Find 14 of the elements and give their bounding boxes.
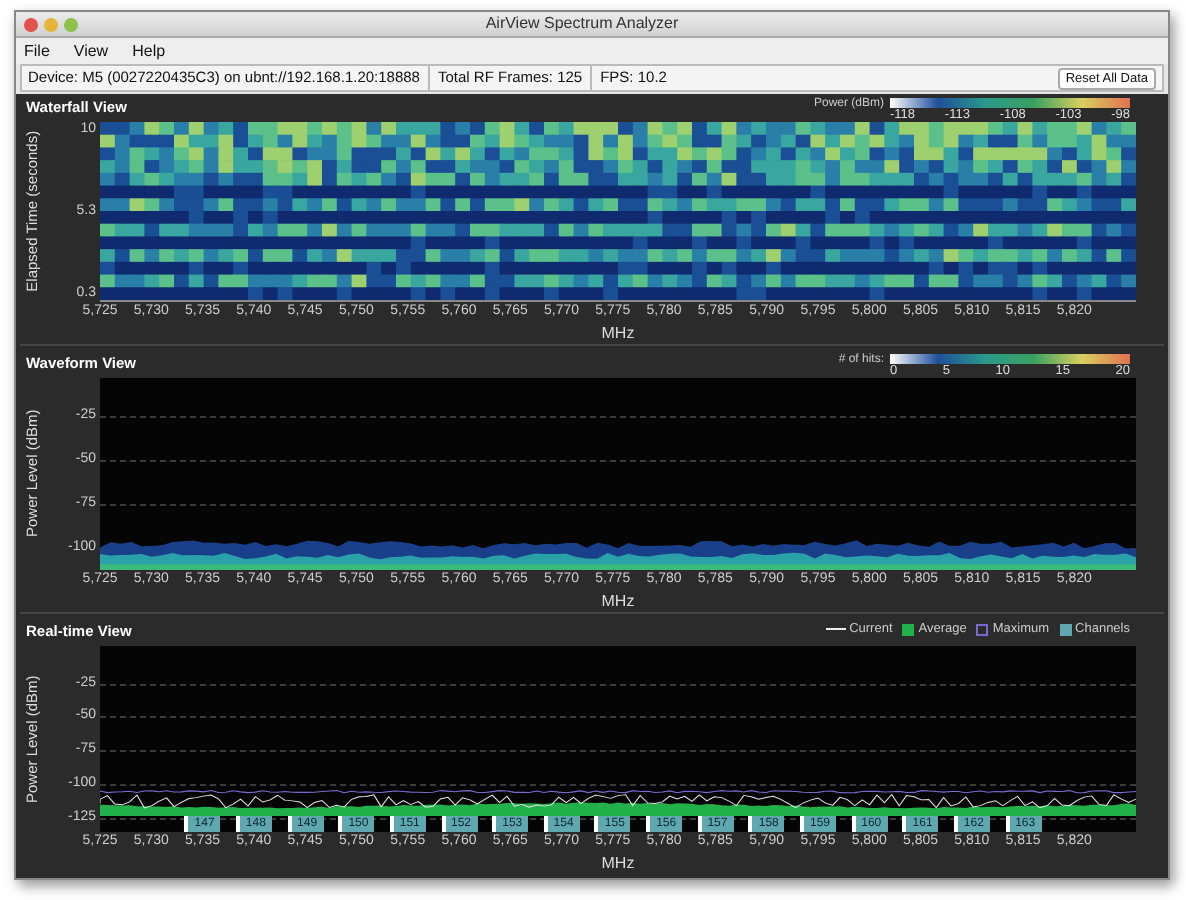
menu-item[interactable]: View (73, 39, 109, 63)
zoom-button[interactable] (64, 17, 78, 31)
window-title: AirView Spectrum Analyzer (485, 12, 679, 36)
outline-swatch-icon (976, 623, 989, 636)
minimize-button[interactable] (44, 17, 58, 31)
close-button[interactable] (24, 17, 38, 31)
box-swatch-icon (1059, 623, 1072, 636)
x-axis-label: MHz (601, 324, 635, 344)
line-swatch-icon (825, 628, 846, 631)
x-axis-label: MHz (601, 854, 635, 874)
x-axis-label: MHz (601, 592, 635, 612)
menu-item[interactable]: Help (132, 39, 166, 63)
area-swatch-icon (902, 623, 915, 636)
menu-item[interactable]: File (24, 39, 50, 63)
